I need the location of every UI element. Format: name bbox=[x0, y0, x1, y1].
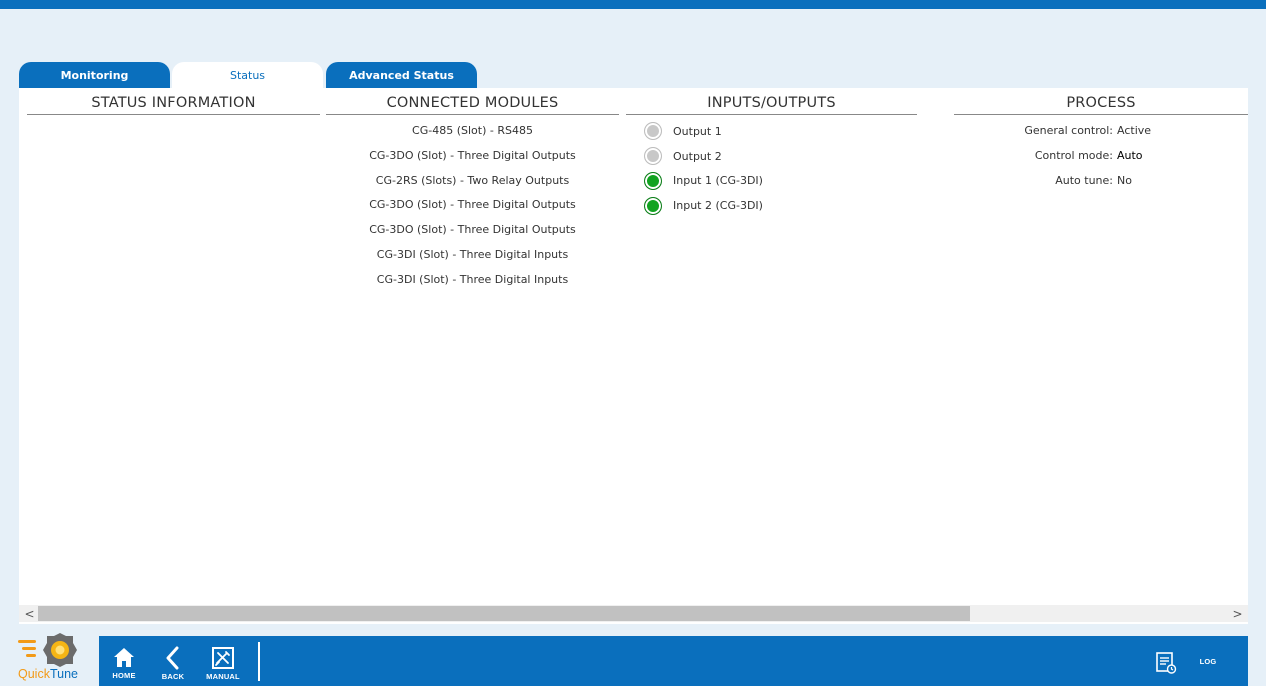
back-button[interactable]: BACK bbox=[158, 636, 188, 686]
manual-label: MANUAL bbox=[206, 672, 240, 681]
module-item: CG-3DO (Slot) - Three Digital Outputs bbox=[369, 198, 576, 212]
inputs-outputs-header: INPUTS/OUTPUTS bbox=[626, 88, 917, 115]
chevron-left-icon bbox=[166, 646, 179, 670]
process-row-control-mode: Control mode: Auto bbox=[954, 144, 1248, 169]
process-label: Control mode: bbox=[1034, 148, 1113, 162]
scrollbar-thumb[interactable] bbox=[38, 606, 970, 621]
process-label: Auto tune: bbox=[1055, 173, 1113, 187]
tab-status[interactable]: Status bbox=[172, 62, 323, 88]
bottom-nav-bar: HOME BACK MANUAL LOG bbox=[99, 636, 1248, 686]
manual-icon bbox=[212, 647, 234, 669]
status-information-column: STATUS INFORMATION bbox=[27, 88, 320, 115]
module-item: CG-3DO (Slot) - Three Digital Outputs bbox=[369, 148, 576, 162]
module-item: CG-3DI (Slot) - Three Digital Inputs bbox=[376, 272, 569, 286]
process-column: PROCESS General control: Active Control … bbox=[954, 88, 1248, 193]
io-item-input-2: Input 2 (CG-3DI) bbox=[644, 193, 917, 218]
log-label: LOG bbox=[1199, 656, 1217, 666]
status-led-off-icon bbox=[644, 122, 662, 141]
status-led-on-icon bbox=[644, 196, 662, 215]
home-icon bbox=[114, 648, 134, 667]
process-row-general-control: General control: Active bbox=[954, 119, 1248, 144]
logo-text-tune: Tune bbox=[49, 667, 78, 681]
io-label: Input 1 (CG-3DI) bbox=[673, 174, 763, 188]
module-item: CG-3DI (Slot) - Three Digital Inputs bbox=[376, 247, 569, 261]
io-list: Output 1 Output 2 Input 1 (CG-3DI) Input… bbox=[626, 115, 917, 218]
io-item-output-1: Output 1 bbox=[644, 119, 917, 144]
io-label: Input 2 (CG-3DI) bbox=[673, 199, 763, 213]
status-information-header: STATUS INFORMATION bbox=[27, 88, 320, 115]
inputs-outputs-column: INPUTS/OUTPUTS Output 1 Output 2 Input 1… bbox=[626, 88, 917, 218]
io-item-input-1: Input 1 (CG-3DI) bbox=[644, 169, 917, 194]
process-list: General control: Active Control mode: Au… bbox=[954, 115, 1248, 193]
connected-modules-header: CONNECTED MODULES bbox=[326, 88, 619, 115]
module-item: CG-485 (Slot) - RS485 bbox=[412, 124, 533, 137]
connected-modules-column: CONNECTED MODULES CG-485 (Slot) - RS485 … bbox=[326, 88, 619, 293]
quicktune-logo: QuickTune bbox=[0, 628, 99, 686]
nav-divider bbox=[258, 642, 260, 681]
back-label: BACK bbox=[161, 672, 185, 681]
process-value: Auto bbox=[1117, 148, 1143, 162]
logo-text: QuickTune bbox=[18, 667, 78, 681]
status-led-on-icon bbox=[644, 171, 662, 190]
process-row-auto-tune: Auto tune: No bbox=[954, 169, 1248, 194]
scroll-left-arrow[interactable]: < bbox=[21, 605, 38, 622]
home-button[interactable]: HOME bbox=[109, 636, 139, 686]
process-label: General control: bbox=[1024, 124, 1113, 137]
process-value: Active bbox=[1117, 124, 1152, 137]
io-label: Output 2 bbox=[673, 149, 722, 163]
horizontal-scrollbar[interactable]: < > bbox=[19, 605, 1248, 622]
top-accent-bar bbox=[0, 0, 1266, 9]
manual-button[interactable]: MANUAL bbox=[205, 636, 241, 686]
tab-monitoring[interactable]: Monitoring bbox=[19, 62, 170, 88]
logo-text-quick: Quick bbox=[18, 667, 50, 681]
log-document-button[interactable] bbox=[1153, 636, 1179, 686]
io-item-output-2: Output 2 bbox=[644, 144, 917, 169]
module-item: CG-2RS (Slots) - Two Relay Outputs bbox=[375, 173, 570, 187]
log-button[interactable]: LOG bbox=[1193, 636, 1223, 686]
status-led-off-icon bbox=[644, 147, 662, 166]
gear-logo-icon bbox=[18, 633, 77, 667]
process-header: PROCESS bbox=[954, 88, 1248, 115]
module-item: CG-3DO (Slot) - Three Digital Outputs bbox=[369, 223, 576, 237]
home-label: HOME bbox=[112, 671, 136, 680]
module-list: CG-485 (Slot) - RS485 CG-3DO (Slot) - Th… bbox=[326, 115, 619, 293]
process-value: No bbox=[1117, 173, 1132, 187]
scroll-right-arrow[interactable]: > bbox=[1229, 605, 1246, 622]
io-label: Output 1 bbox=[673, 124, 722, 138]
log-document-icon bbox=[1156, 652, 1177, 674]
tab-advanced-status[interactable]: Advanced Status bbox=[326, 62, 477, 88]
status-panel: STATUS INFORMATION CONNECTED MODULES CG-… bbox=[19, 88, 1248, 624]
